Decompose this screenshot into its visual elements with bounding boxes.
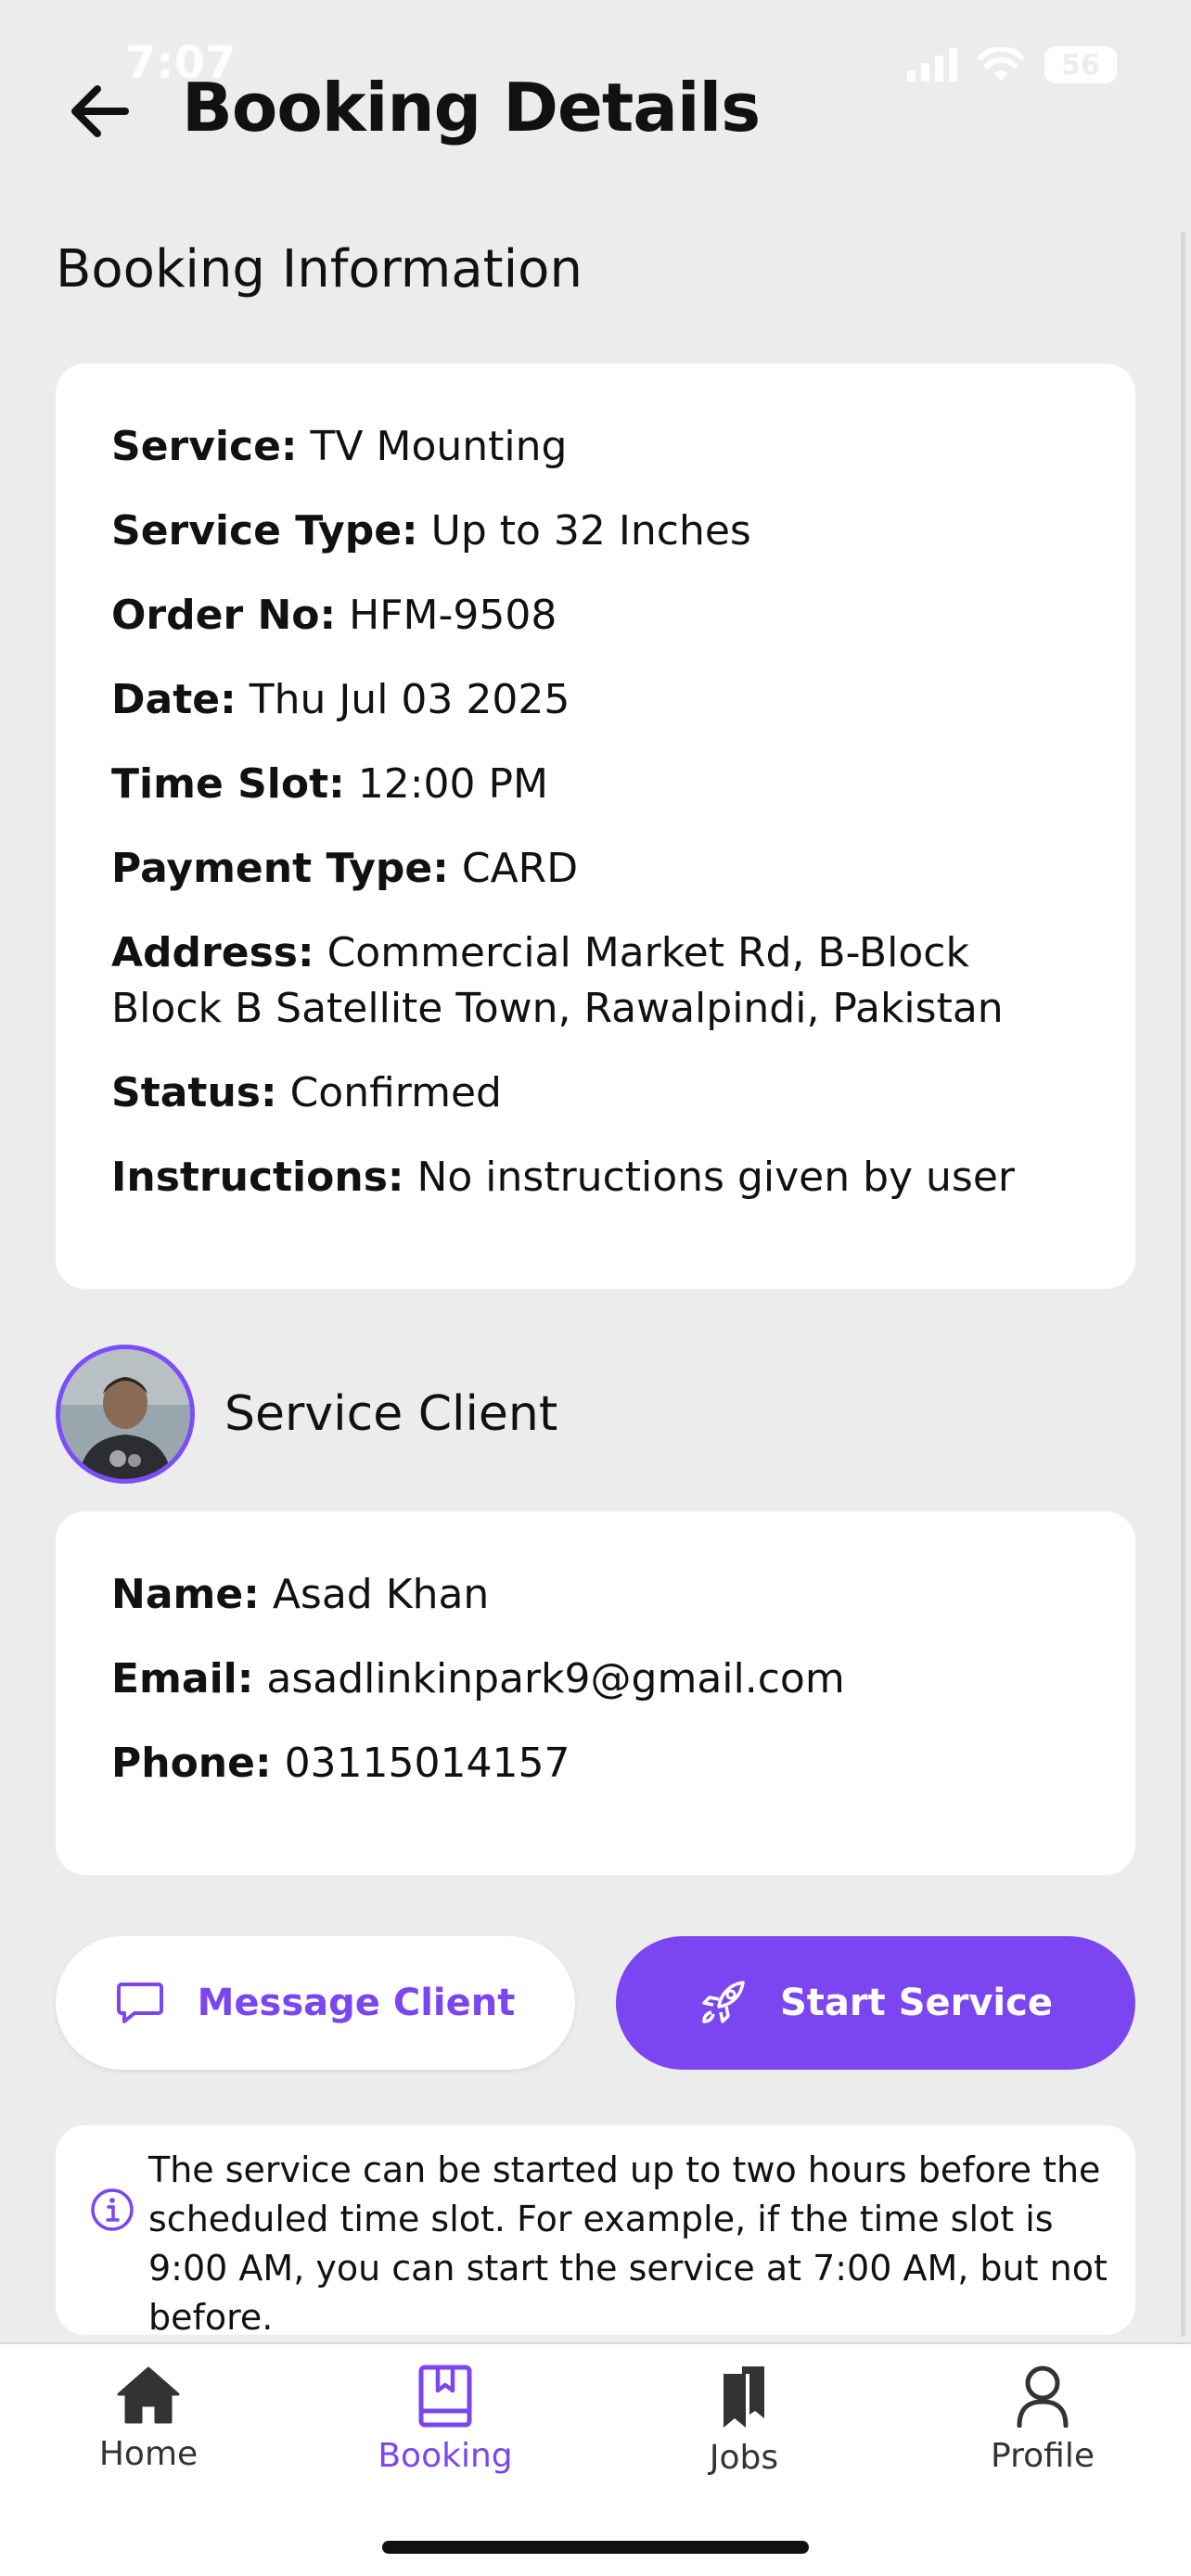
info-label: Time Slot: — [111, 760, 345, 808]
back-button[interactable] — [63, 76, 134, 147]
tab-label: Home — [98, 2435, 198, 2473]
home-indicator — [382, 2541, 809, 2554]
chat-bubble-icon — [116, 1983, 163, 2023]
info-label: Date: — [111, 676, 237, 723]
tab-label: Profile — [991, 2437, 1095, 2475]
info-label: Payment Type: — [111, 845, 449, 892]
info-row-phone: Phone: 03115014157 — [111, 1736, 1080, 1792]
home-icon — [117, 2366, 180, 2424]
info-value: No instructions given by user — [416, 1154, 1016, 1201]
tab-label: Booking — [378, 2437, 513, 2475]
client-info-card: Name: Asad Khan Email: asadlinkinpark9@g… — [56, 1511, 1135, 1875]
tab-profile[interactable]: Profile — [941, 2365, 1145, 2475]
info-value: 03115014157 — [284, 1740, 570, 1787]
info-value: 12:00 PM — [357, 760, 549, 808]
info-row-status: Status: Confirmed — [111, 1065, 1080, 1121]
info-row-service-type: Service Type: Up to 32 Inches — [111, 504, 1080, 559]
info-value: Asad Khan — [272, 1571, 490, 1618]
info-row-order-no: Order No: HFM-9508 — [111, 588, 1080, 644]
start-service-label: Start Service — [780, 1982, 1053, 2024]
client-heading: Service Client — [224, 1386, 558, 1442]
info-row-time-slot: Time Slot: 12:00 PM — [111, 757, 1080, 812]
message-client-label: Message Client — [197, 1982, 516, 2024]
header: Booking Details — [0, 56, 1191, 167]
page-title: Booking Details — [182, 69, 761, 147]
person-icon — [1017, 2366, 1069, 2428]
client-header: Service Client — [56, 1345, 557, 1484]
info-label: Name: — [111, 1571, 260, 1618]
info-value: CARD — [461, 845, 579, 892]
info-row-service: Service: TV Mounting — [111, 419, 1080, 475]
tab-jobs[interactable]: Jobs — [642, 2365, 846, 2477]
info-row-payment-type: Payment Type: CARD — [111, 841, 1080, 897]
info-label: Address: — [111, 929, 314, 976]
booking-section-title: Booking Information — [56, 239, 583, 300]
info-label: Order No: — [111, 592, 337, 639]
info-label: Status: — [111, 1069, 277, 1116]
info-row-date: Date: Thu Jul 03 2025 — [111, 672, 1080, 728]
info-value: Up to 32 Inches — [430, 507, 751, 555]
book-icon — [418, 2365, 472, 2428]
arrow-left-icon — [71, 85, 129, 137]
message-client-button[interactable]: Message Client — [56, 1936, 575, 2070]
info-value: TV Mounting — [310, 423, 568, 470]
info-label: Service Type: — [111, 507, 418, 555]
tab-label: Jobs — [709, 2439, 779, 2477]
info-note: The service can be started up to two hou… — [56, 2125, 1135, 2338]
tab-home[interactable]: Home — [46, 2365, 250, 2473]
avatar[interactable] — [56, 1345, 195, 1484]
info-icon — [91, 2188, 134, 2231]
tab-booking[interactable]: Booking — [343, 2365, 547, 2475]
scrollbar[interactable] — [1181, 232, 1185, 2337]
rocket-icon — [702, 1981, 745, 2023]
info-label: Instructions: — [111, 1154, 404, 1201]
info-value: asadlinkinpark9@gmail.com — [266, 1655, 845, 1702]
booking-info-card: Service: TV Mounting Service Type: Up to… — [56, 363, 1135, 1289]
info-value: Confirmed — [289, 1069, 502, 1116]
info-row-address: Address: Commercial Market Rd, B-Block B… — [111, 925, 1080, 1037]
info-value: Thu Jul 03 2025 — [249, 676, 570, 723]
info-note-text: The service can be started up to two hou… — [148, 2149, 1108, 2338]
info-label: Phone: — [111, 1740, 272, 1787]
info-row-name: Name: Asad Khan — [111, 1567, 1080, 1623]
start-service-button[interactable]: Start Service — [616, 1936, 1135, 2070]
info-row-instructions: Instructions: No instructions given by u… — [111, 1150, 1080, 1205]
info-label: Email: — [111, 1655, 254, 1702]
bookmarks-icon — [724, 2366, 764, 2428]
info-label: Service: — [111, 423, 298, 470]
info-row-email: Email: asadlinkinpark9@gmail.com — [111, 1651, 1080, 1707]
info-value: HFM-9508 — [349, 592, 557, 639]
